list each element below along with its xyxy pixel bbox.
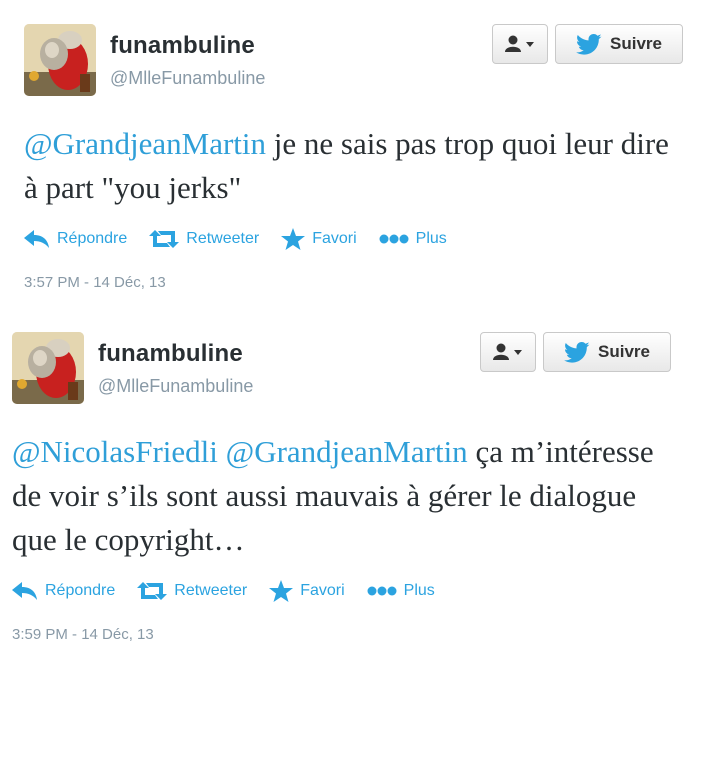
favorite-action[interactable]: Favori <box>281 228 357 250</box>
follow-button[interactable]: Suivre <box>543 332 671 372</box>
tweet-text: @GrandjeanMartin je ne sais pas trop quo… <box>24 122 684 210</box>
tweet-text-space <box>218 434 226 469</box>
more-label: Plus <box>403 582 435 599</box>
more-label: Plus <box>415 230 447 247</box>
user-actions-dropdown-button[interactable] <box>480 332 536 372</box>
reply-arrow-icon <box>24 230 49 248</box>
tweet-header: funambuline @MlleFunambuline Suivre <box>24 22 684 96</box>
reply-arrow-icon <box>12 582 37 600</box>
reply-label: Répondre <box>45 582 116 599</box>
retweet-label: Retweeter <box>174 582 248 599</box>
tweet-timestamp[interactable]: 3:57 PM - 14 Déc, 13 <box>24 274 684 291</box>
mention-link[interactable]: @GrandjeanMartin <box>24 126 266 161</box>
dots-icon <box>379 234 409 244</box>
star-icon <box>269 580 294 602</box>
more-action[interactable]: Plus <box>367 582 435 600</box>
tweet-text: @NicolasFriedli @GrandjeanMartin ça m’in… <box>12 430 672 562</box>
tweet-timestamp[interactable]: 3:59 PM - 14 Déc, 13 <box>12 626 672 643</box>
tweet-fullname[interactable]: funambuline <box>110 32 255 60</box>
tweet-screenname[interactable]: @MlleFunambuline <box>110 68 265 89</box>
twitter-bird-icon <box>576 33 602 55</box>
follow-label: Suivre <box>598 342 650 361</box>
mention-link[interactable]: @NicolasFriedli <box>12 434 218 469</box>
reply-label: Répondre <box>57 230 128 247</box>
star-icon <box>281 228 306 250</box>
avatar-image <box>24 24 96 96</box>
tweet-actions: Répondre Retweeter Favori Plus <box>24 224 684 254</box>
reply-action[interactable]: Répondre <box>24 230 127 248</box>
favorite-label: Favori <box>300 582 345 599</box>
retweet-action[interactable]: Retweeter <box>137 582 247 600</box>
twitter-bird-icon <box>564 341 590 363</box>
retweet-icon <box>137 582 168 600</box>
favorite-label: Favori <box>312 230 357 247</box>
tweet-card: funambuline @MlleFunambuline Suivre @Gra… <box>24 22 684 291</box>
tweet-screenname[interactable]: @MlleFunambuline <box>98 376 253 397</box>
mention-link[interactable]: @GrandjeanMartin <box>226 434 468 469</box>
tweet-fullname[interactable]: funambuline <box>98 340 243 368</box>
tweet-actions: Répondre Retweeter Favori Plus <box>12 576 672 606</box>
more-action[interactable]: Plus <box>379 230 447 248</box>
avatar[interactable] <box>24 24 96 96</box>
avatar-image <box>12 332 84 404</box>
user-icon <box>493 343 522 360</box>
dots-icon <box>367 586 397 596</box>
reply-action[interactable]: Répondre <box>12 582 115 600</box>
retweet-icon <box>149 230 180 248</box>
avatar[interactable] <box>12 332 84 404</box>
follow-button[interactable]: Suivre <box>555 24 683 64</box>
user-icon <box>505 35 534 52</box>
tweet-header: funambuline @MlleFunambuline Suivre <box>12 330 672 404</box>
retweet-action[interactable]: Retweeter <box>149 230 259 248</box>
favorite-action[interactable]: Favori <box>269 580 345 602</box>
user-actions-dropdown-button[interactable] <box>492 24 548 64</box>
tweet-card: funambuline @MlleFunambuline Suivre @Nic… <box>12 330 672 643</box>
retweet-label: Retweeter <box>186 230 260 247</box>
follow-label: Suivre <box>610 34 662 53</box>
